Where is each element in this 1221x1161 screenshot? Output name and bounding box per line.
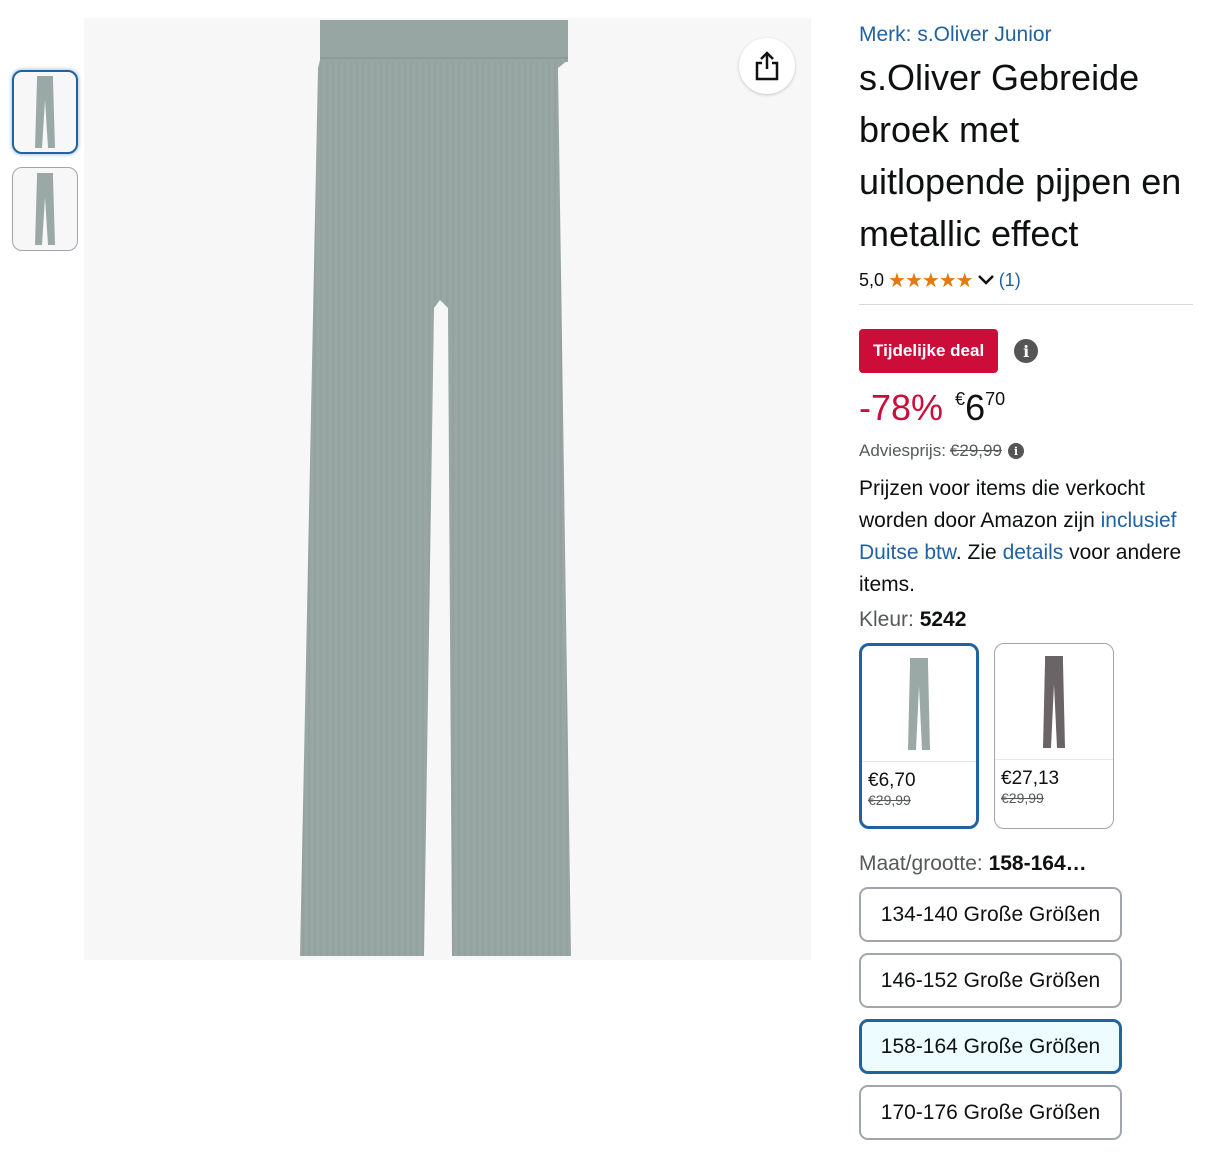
thumbnail-list bbox=[12, 70, 78, 264]
swatch-price: €27,13 bbox=[1001, 768, 1060, 789]
deal-badge: Tijdelijke deal bbox=[859, 329, 999, 373]
deal-row: Tijdelijke deal i bbox=[859, 329, 1193, 373]
list-price-label: Adviesprijs: bbox=[859, 441, 946, 460]
swatch-price: €6,70 bbox=[868, 770, 916, 791]
size-value: 158-164… bbox=[988, 852, 1087, 875]
pants-thumbnail-image bbox=[35, 76, 55, 148]
list-price-row: Adviesprijs: €29,99 i bbox=[859, 441, 1193, 461]
size-option-134-140[interactable]: 134-140 Große Größen bbox=[859, 887, 1122, 942]
color-swatch-1[interactable]: €6,70 €29,99 bbox=[859, 643, 979, 829]
color-swatch-2[interactable]: €27,13 €29,99 bbox=[994, 643, 1114, 829]
main-product-image[interactable] bbox=[84, 18, 811, 960]
color-swatches: €6,70 €29,99 €27,13 €29,99 bbox=[859, 643, 1193, 829]
thumbnail-1[interactable] bbox=[12, 70, 78, 154]
size-label: Maat/grootte: 158-164… bbox=[859, 849, 1193, 879]
rating-count-link[interactable]: (1) bbox=[999, 270, 1021, 291]
share-button[interactable] bbox=[739, 38, 795, 94]
thumbnail-2[interactable] bbox=[12, 167, 78, 251]
swatch-list-price: €29,99 bbox=[868, 792, 911, 808]
pants-swatch-image bbox=[1043, 655, 1065, 748]
swatch-list-price: €29,99 bbox=[1001, 790, 1044, 806]
size-option-158-164[interactable]: 158-164 Große Größen bbox=[859, 1019, 1122, 1074]
size-option-146-152[interactable]: 146-152 Große Größen bbox=[859, 953, 1122, 1008]
color-value: 5242 bbox=[919, 608, 967, 631]
product-details: Merk: s.Oliver Junior s.Oliver Gebreide … bbox=[859, 18, 1193, 1140]
price-row: -78% € 6 70 bbox=[859, 387, 1193, 433]
price-fraction: 70 bbox=[985, 389, 1006, 409]
star-icon[interactable]: ★★★★★ bbox=[888, 268, 974, 293]
discount-percent: -78% bbox=[859, 387, 944, 428]
divider bbox=[859, 304, 1193, 305]
brand-link[interactable]: Merk: s.Oliver Junior bbox=[859, 18, 1193, 52]
info-icon[interactable]: i bbox=[1014, 339, 1039, 363]
pants-swatch-image bbox=[908, 657, 930, 750]
swatch-image bbox=[995, 644, 1113, 760]
pants-thumbnail-image bbox=[35, 173, 55, 245]
list-price-value: €29,99 bbox=[949, 441, 1002, 460]
price-currency: € bbox=[955, 389, 966, 409]
color-label: Kleur: 5242 bbox=[859, 605, 1193, 635]
size-option-170-176[interactable]: 170-176 Große Größen bbox=[859, 1085, 1122, 1140]
pants-product-image bbox=[300, 20, 571, 956]
share-icon bbox=[755, 51, 779, 81]
color-label-text: Kleur: bbox=[859, 608, 914, 631]
rating-row: 5,0 ★★★★★ (1) bbox=[859, 264, 1193, 296]
info-icon[interactable]: i bbox=[1007, 443, 1024, 459]
price: € 6 70 bbox=[955, 387, 1005, 429]
details-link[interactable]: details bbox=[1003, 541, 1064, 564]
vat-notice: Prijzen voor items die verkocht worden d… bbox=[859, 473, 1193, 601]
price-whole: 6 bbox=[965, 387, 986, 428]
swatch-image bbox=[862, 646, 976, 762]
product-title: s.Oliver Gebreide broek met uitlopende p… bbox=[859, 57, 1182, 254]
chevron-down-icon[interactable] bbox=[977, 270, 995, 291]
size-label-text: Maat/grootte: bbox=[859, 852, 983, 875]
vat-text: . Zie bbox=[955, 541, 1003, 564]
rating-value: 5,0 bbox=[859, 269, 885, 290]
